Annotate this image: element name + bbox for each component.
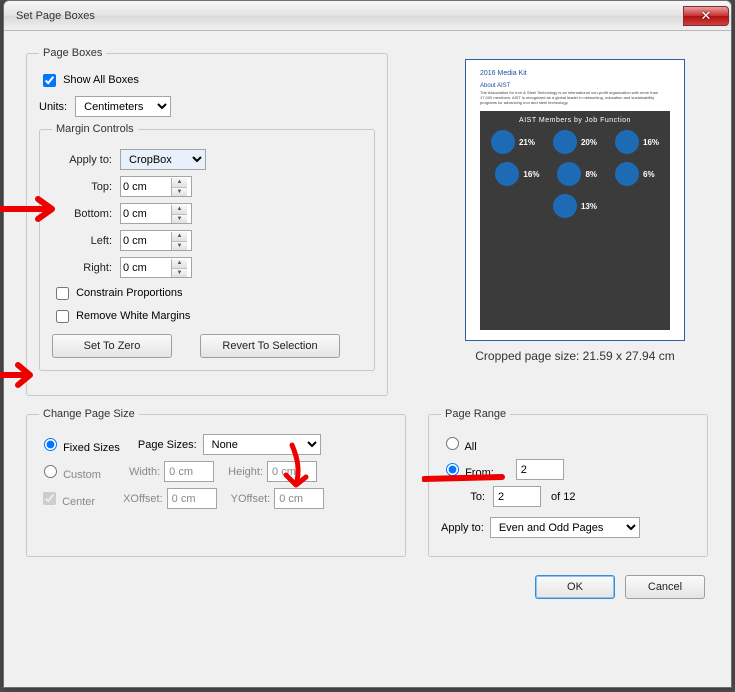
change-page-size-group: Change Page Size Fixed Sizes Page Sizes:… (26, 408, 406, 557)
margin-left-spinner[interactable]: ▲▼ (120, 230, 192, 251)
from-input[interactable] (516, 459, 564, 480)
center-checkbox[interactable]: Center (39, 489, 95, 508)
height-input[interactable] (267, 461, 317, 482)
preview-caption: Cropped page size: 21.59 x 27.94 cm (445, 349, 705, 363)
page-preview: 2016 Media Kit About AIST The Associatio… (445, 59, 705, 363)
margin-bottom-label: Bottom: (52, 208, 112, 220)
remove-white-margins-checkbox[interactable]: Remove White Margins (52, 310, 190, 322)
preview-page: 2016 Media Kit About AIST The Associatio… (465, 59, 685, 341)
width-input[interactable] (164, 461, 214, 482)
apply-to-label: Apply to: (52, 154, 112, 166)
margin-bottom-spinner[interactable]: ▲▼ (120, 203, 192, 224)
change-page-size-legend: Change Page Size (39, 408, 139, 420)
units-combo[interactable]: Centimeters (75, 96, 171, 117)
page-boxes-group: Page Boxes Show All Boxes Units: Centime… (26, 47, 388, 396)
set-page-boxes-dialog: Set Page Boxes ✕ Page Boxes Show All Box… (3, 0, 732, 688)
cancel-button[interactable]: Cancel (625, 575, 705, 599)
custom-radio[interactable]: Custom (39, 462, 101, 481)
to-label: To: (441, 491, 485, 503)
margin-controls-group: Margin Controls Apply to: CropBox Top: ▲… (39, 123, 375, 371)
titlebar[interactable]: Set Page Boxes ✕ (4, 1, 731, 31)
show-all-boxes-checkbox[interactable]: Show All Boxes (39, 74, 139, 86)
width-label: Width: (129, 466, 160, 478)
xoffset-label: XOffset: (123, 493, 163, 505)
range-apply-to-combo[interactable]: Even and Odd Pages (490, 517, 640, 538)
yoffset-label: YOffset: (231, 493, 271, 505)
page-boxes-legend: Page Boxes (39, 47, 106, 59)
height-label: Height: (228, 466, 263, 478)
close-button[interactable]: ✕ (683, 6, 729, 26)
page-range-legend: Page Range (441, 408, 510, 420)
revert-to-selection-button[interactable]: Revert To Selection (200, 334, 340, 358)
range-apply-to-label: Apply to: (441, 522, 484, 534)
page-range-group: Page Range All From: To: of 12 Apply to:… (428, 408, 708, 557)
page-sizes-combo[interactable]: None (203, 434, 321, 455)
of-label: of 12 (551, 491, 575, 503)
margin-top-label: Top: (52, 181, 112, 193)
margin-top-spinner[interactable]: ▲▼ (120, 176, 192, 197)
margin-left-label: Left: (52, 235, 112, 247)
units-label: Units: (39, 101, 67, 113)
xoffset-input[interactable] (167, 488, 217, 509)
set-to-zero-button[interactable]: Set To Zero (52, 334, 172, 358)
margin-controls-legend: Margin Controls (52, 123, 138, 135)
constrain-proportions-checkbox[interactable]: Constrain Proportions (52, 287, 182, 299)
margin-right-label: Right: (52, 262, 112, 274)
from-radio[interactable]: From: (441, 460, 494, 479)
yoffset-input[interactable] (274, 488, 324, 509)
window-title: Set Page Boxes (16, 10, 683, 22)
margin-right-spinner[interactable]: ▲▼ (120, 257, 192, 278)
apply-to-combo[interactable]: CropBox (120, 149, 206, 170)
page-sizes-label: Page Sizes: (138, 439, 197, 451)
fixed-sizes-radio[interactable]: Fixed Sizes (39, 435, 120, 454)
to-input[interactable] (493, 486, 541, 507)
spin-buttons[interactable]: ▲▼ (171, 178, 187, 196)
ok-button[interactable]: OK (535, 575, 615, 599)
all-pages-radio[interactable]: All (441, 434, 477, 453)
